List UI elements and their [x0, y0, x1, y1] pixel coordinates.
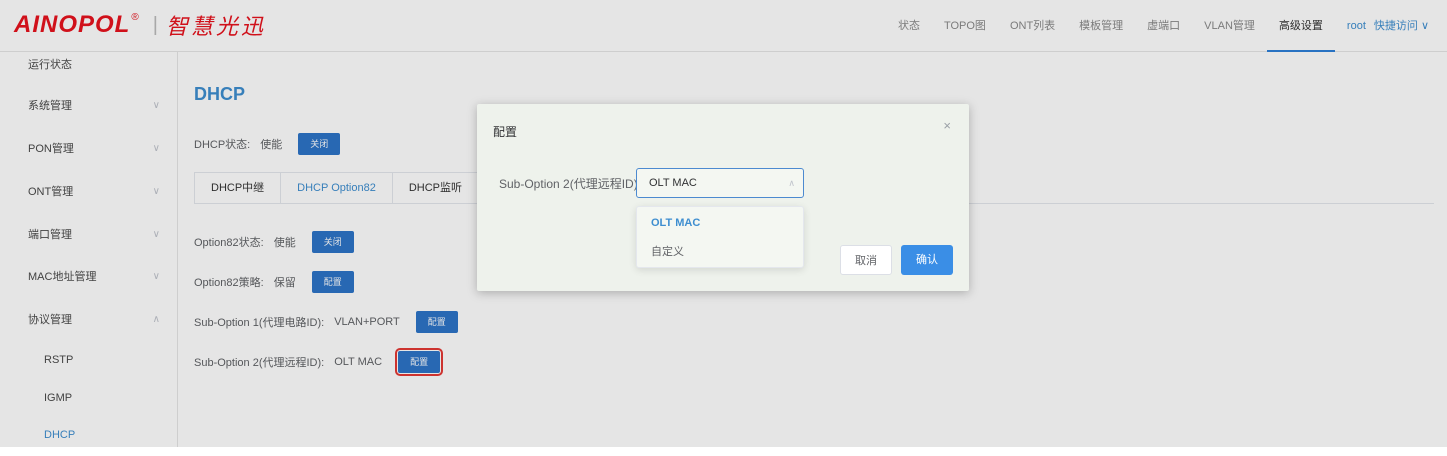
- select-dropdown: OLT MAC 自定义: [636, 206, 804, 268]
- chevron-up-icon: ∧: [788, 178, 795, 188]
- sub-option2-field-label: Sub-Option 2(代理远程ID): [499, 177, 638, 191]
- option-custom[interactable]: 自定义: [651, 243, 684, 259]
- close-icon[interactable]: ×: [943, 118, 951, 133]
- cancel-button[interactable]: 取消: [840, 245, 892, 275]
- confirm-button[interactable]: 确认: [901, 245, 953, 275]
- config-dialog: 配置 × Sub-Option 2(代理远程ID) OLT MAC ∧ OLT …: [477, 104, 969, 291]
- dialog-title: 配置: [493, 125, 518, 139]
- option-olt-mac[interactable]: OLT MAC: [651, 217, 700, 229]
- select-value: OLT MAC: [649, 177, 697, 189]
- sub-option2-select[interactable]: OLT MAC ∧: [636, 168, 804, 198]
